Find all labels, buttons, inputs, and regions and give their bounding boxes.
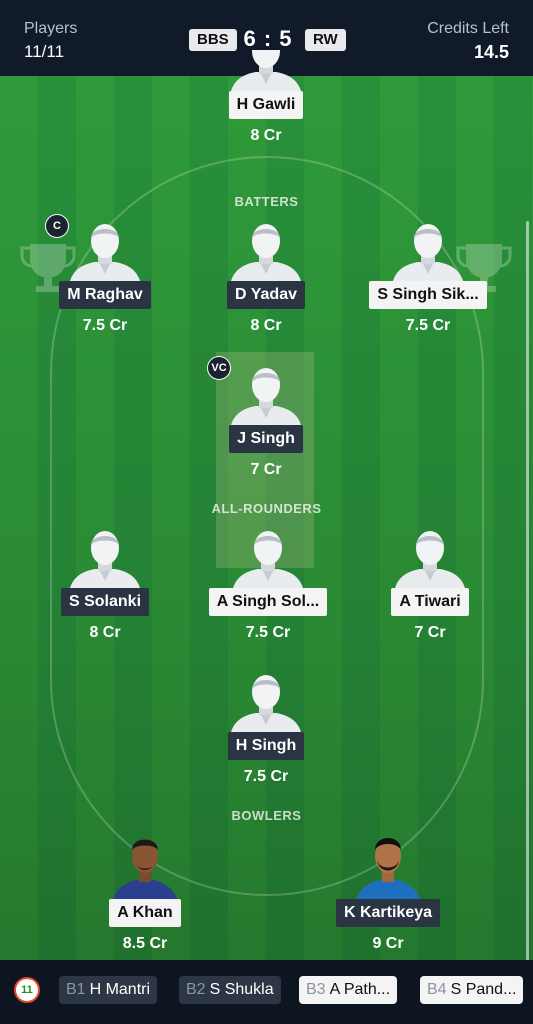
role-label-bowlers: BOWLERS (231, 808, 302, 823)
player-avatar-icon (230, 50, 302, 96)
player-avatar-icon (226, 675, 306, 737)
bench-name: S Shukla (209, 981, 274, 998)
bench-player-b2[interactable]: B2 S Shukla (179, 976, 281, 1004)
role-label-batters: BATTERS (234, 194, 299, 209)
players-label: Players (24, 20, 78, 37)
player-photo-icon (112, 839, 178, 904)
bench-player-b3[interactable]: B3 A Path... (299, 976, 398, 1004)
player-card-h-gawli[interactable]: H Gawli 8 Cr (196, 50, 336, 145)
player-avatar-icon (65, 224, 145, 286)
credits-left-label: Credits Left (427, 20, 509, 37)
player-avatar-icon (226, 224, 306, 286)
bench-player-b4[interactable]: B4 S Pand... (420, 976, 524, 1004)
player-name: D Yadav (227, 281, 305, 309)
player-credits: 8.5 Cr (122, 935, 168, 952)
player-avatar-icon (65, 531, 145, 593)
scrollbar[interactable] (526, 221, 529, 960)
player-card-d-yadav[interactable]: D Yadav 8 Cr (196, 224, 336, 335)
player-name: A Singh Sol... (208, 588, 328, 616)
bench-player-b1[interactable]: B1 H Mantri (59, 976, 158, 1004)
player-name: A Tiwari (391, 588, 469, 616)
player-name: H Singh (227, 732, 305, 760)
player-avatar-icon (226, 368, 306, 430)
player-credits: 7 Cr (414, 624, 446, 641)
player-name: K Kartikeya (335, 899, 441, 927)
player-card-s-solanki[interactable]: S Solanki 8 Cr (35, 531, 175, 642)
bench-name: S Pand... (450, 981, 517, 998)
players-count: 11/11 (24, 42, 65, 61)
player-credits: 8 Cr (250, 127, 282, 144)
bench-tag: B3 (306, 981, 326, 998)
player-avatar-icon (228, 531, 308, 593)
player-card-k-kartikeya[interactable]: K Kartikeya 9 Cr (318, 832, 458, 953)
player-card-a-khan[interactable]: A Khan 8.5 Cr (75, 832, 215, 953)
bench-name: H Mantri (89, 981, 151, 998)
bench-name: A Path... (329, 981, 391, 998)
bench-bar: 11 B1 H Mantri B2 S Shukla B3 A Path... B4 S… (0, 960, 533, 1024)
player-name: J Singh (229, 425, 303, 453)
player-avatar-icon (388, 224, 468, 286)
team-split-score: 6 : 5 (243, 26, 293, 51)
player-name: M Raghav (59, 281, 151, 309)
player-avatar-icon (390, 531, 470, 593)
role-label-all-rounders: ALL-ROUNDERS (211, 501, 322, 516)
player-credits: 7.5 Cr (405, 317, 451, 334)
bench-tag: B4 (427, 981, 447, 998)
player-photo-icon (355, 838, 421, 904)
player-credits: 7.5 Cr (243, 768, 289, 785)
player-card-s-singh[interactable]: S Singh Sik... 7.5 Cr (358, 224, 498, 335)
credits-left-value: 14.5 (473, 42, 509, 62)
player-name: H Gawli (228, 91, 304, 119)
bench-tag: B2 (186, 981, 206, 998)
player-name: S Solanki (60, 588, 150, 616)
player-card-h-singh[interactable]: H Singh 7.5 Cr (196, 675, 336, 786)
player-credits: 7.5 Cr (245, 624, 291, 641)
team-a-badge: BBS (189, 29, 237, 51)
player-name: A Khan (109, 899, 181, 927)
player-card-a-singh[interactable]: A Singh Sol... 7.5 Cr (198, 531, 338, 642)
player-credits: 7.5 Cr (82, 317, 128, 334)
app-logo-icon: 11 (14, 977, 40, 1003)
player-credits: 8 Cr (89, 624, 121, 641)
player-credits: 7 Cr (250, 461, 282, 478)
player-credits: 8 Cr (250, 317, 282, 334)
player-credits: 9 Cr (372, 935, 404, 952)
player-name: S Singh Sik... (369, 281, 487, 309)
bench-tag: B1 (66, 981, 86, 998)
player-card-j-singh[interactable]: J Singh 7 Cr (196, 368, 336, 479)
player-card-a-tiwari[interactable]: A Tiwari 7 Cr (360, 531, 500, 642)
team-b-badge: RW (305, 29, 346, 51)
player-card-m-raghav[interactable]: M Raghav 7.5 Cr (35, 224, 175, 335)
